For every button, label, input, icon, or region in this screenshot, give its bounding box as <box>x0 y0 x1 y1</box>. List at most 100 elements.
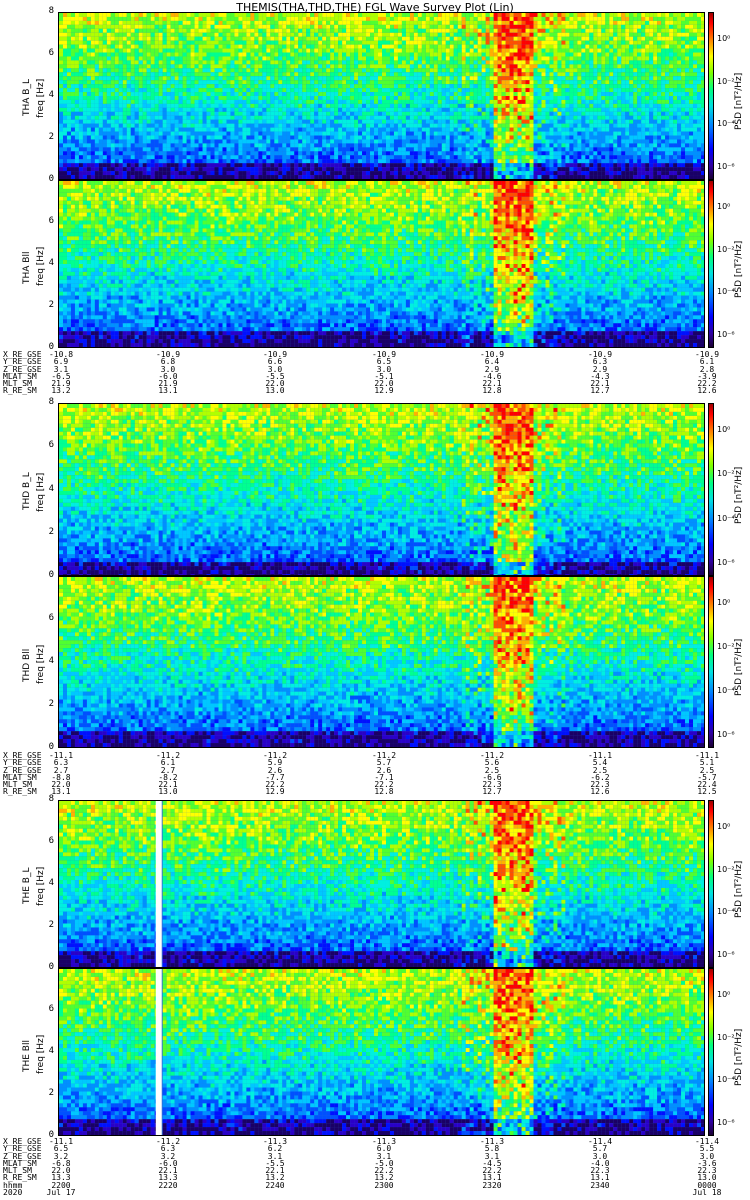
spectrogram-panel <box>58 403 705 576</box>
ephemeris-value: 12.7 <box>580 387 620 395</box>
colorbar-tick-label: 10⁻² <box>717 469 735 478</box>
colorbar-tick-label: 10⁻⁶ <box>717 558 735 567</box>
colorbar-tick-label: 10⁻² <box>717 865 735 874</box>
spectrogram-image <box>59 181 704 347</box>
ephemeris-value: Jul 18 <box>687 1188 727 1196</box>
colorbar <box>708 12 714 180</box>
colorbar-tick-label: 10⁻⁴ <box>717 907 735 916</box>
ephemeris-value: 13.1 <box>148 387 188 395</box>
ephemeris-row: R_RE_SM 13.2 13.1 13.0 12.9 12.8 12.7 12.6 <box>3 387 717 395</box>
y-tick-label: 6 <box>42 48 54 58</box>
y-tick-label: 6 <box>42 1004 54 1014</box>
spectrogram-panel <box>58 576 705 748</box>
colorbar-tick-label: 10⁰ <box>717 425 730 434</box>
y-tick-label: 4 <box>42 1046 54 1056</box>
ephemeris-table: X_RE_GSE -11.1 -11.2 -11.2 -11.2 -11.2 -11.1 -1… <box>3 751 719 796</box>
spectrogram-panel <box>58 968 705 1136</box>
colorbar-unit-label: PSD [nT²/Hz] <box>734 861 744 918</box>
data-gap <box>155 801 162 967</box>
ephemeris-value: 2220 <box>148 1181 188 1189</box>
ephemeris-table: X_RE_GSE -10.8 -10.9 -10.9 -10.9 -10.9 -10.9 -1… <box>3 350 719 395</box>
colorbar-unit-label: PSD [nT²/Hz] <box>734 241 744 298</box>
y-tick-label: 8 <box>42 6 54 16</box>
colorbar-unit-label: PSD [nT²/Hz] <box>734 466 744 523</box>
colorbar <box>708 968 714 1136</box>
ephemeris-value: 2320 <box>472 1181 512 1189</box>
spectrogram-panel <box>58 180 705 348</box>
y-tick-label: 2 <box>42 699 54 709</box>
colorbar-tick-label: 10⁻⁶ <box>717 162 735 171</box>
y-tick-label: 8 <box>42 397 54 407</box>
colorbar-tick-label: 10⁰ <box>717 34 730 43</box>
colorbar-tick-label: 10⁻⁶ <box>717 950 735 959</box>
ephemeris-value: Jul 17 <box>41 1188 81 1196</box>
data-gap <box>155 969 162 1135</box>
ephemeris-variable-name: 2020 <box>3 1188 22 1196</box>
y-axis-label: THA B_L <box>22 79 32 116</box>
colorbar-tick-label: 10⁻⁴ <box>717 119 735 128</box>
ephemeris-value: 12.9 <box>255 788 295 796</box>
y-tick-label: 0 <box>42 174 54 184</box>
y-tick-label: 0 <box>42 962 54 972</box>
y-tick-label: 2 <box>42 132 54 142</box>
y-tick-label: 0 <box>42 570 54 580</box>
colorbar-tick-label: 10⁻² <box>717 642 735 651</box>
y-tick-label: 6 <box>42 836 54 846</box>
ephemeris-value: 13.2 <box>41 387 81 395</box>
colorbar-tick-label: 10⁰ <box>717 598 730 607</box>
ephemeris-value: 12.6 <box>687 387 727 395</box>
spectrogram-image <box>59 13 704 179</box>
spectrogram-image <box>59 801 704 967</box>
y-tick-label: 6 <box>42 440 54 450</box>
colorbar-unit-label: PSD [nT²/Hz] <box>734 639 744 696</box>
colorbar-tick-label: 10⁻⁶ <box>717 730 735 739</box>
y-axis-label: THA Bll <box>22 252 32 284</box>
y-axis-label: THD Bll <box>22 649 32 682</box>
ephemeris-variable-name: R_RE_SM <box>3 387 37 395</box>
y-tick-label: 2 <box>42 300 54 310</box>
colorbar-unit-label: PSD [nT²/Hz] <box>734 1029 744 1086</box>
ephemeris-row: R_RE_SM 13.1 13.0 12.9 12.8 12.7 12.6 12.5 <box>3 788 717 796</box>
colorbar-tick-label: 10⁰ <box>717 990 730 999</box>
colorbar-tick-label: 10⁻⁶ <box>717 1118 735 1127</box>
colorbar-tick-label: 10⁻² <box>717 77 735 86</box>
ephemeris-row: 2020 Jul 17 Jul 18 <box>3 1188 721 1196</box>
ephemeris-value: 12.6 <box>580 788 620 796</box>
colorbar <box>708 576 714 748</box>
ephemeris-value: 12.9 <box>364 387 404 395</box>
colorbar-tick-label: 10⁻⁴ <box>717 514 735 523</box>
ephemeris-value: 2300 <box>364 1181 404 1189</box>
colorbar-tick-label: 10⁻⁴ <box>717 1075 735 1084</box>
colorbar <box>708 180 714 348</box>
colorbar-tick-label: 10⁻⁶ <box>717 330 735 339</box>
colorbar-tick-label: 10⁻⁴ <box>717 287 735 296</box>
spectrogram-image <box>59 404 704 575</box>
ephemeris-value: 2240 <box>255 1181 295 1189</box>
y-tick-label: 6 <box>42 613 54 623</box>
ephemeris-value: 12.5 <box>687 788 727 796</box>
colorbar-tick-label: 10⁻² <box>717 245 735 254</box>
y-tick-label: 2 <box>42 527 54 537</box>
y-tick-label: 2 <box>42 920 54 930</box>
y-tick-label: 4 <box>42 258 54 268</box>
ephemeris-value: 13.0 <box>255 387 295 395</box>
y-tick-label: 6 <box>42 216 54 226</box>
colorbar-tick-label: 10⁰ <box>717 202 730 211</box>
y-tick-label: 4 <box>42 878 54 888</box>
colorbar-tick-label: 10⁻² <box>717 1033 735 1042</box>
spectrogram-image <box>59 577 704 747</box>
y-tick-label: 2 <box>42 1088 54 1098</box>
ephemeris-row: hhmm 2200 2220 2240 2300 2320 2340 0000 <box>3 1181 717 1189</box>
colorbar <box>708 403 714 576</box>
colorbar-tick-label: 10⁰ <box>717 822 730 831</box>
ephemeris-value: 12.8 <box>472 387 512 395</box>
ephemeris-value: 12.8 <box>364 788 404 796</box>
colorbar-unit-label: PSD [nT²/Hz] <box>734 73 744 130</box>
colorbar-tick-label: 10⁻⁴ <box>717 686 735 695</box>
spectrogram-image <box>59 969 704 1135</box>
ephemeris-value: 13.0 <box>148 788 188 796</box>
y-axis-label: THD B_L <box>22 472 32 510</box>
ephemeris-value: 2340 <box>580 1181 620 1189</box>
spectrogram-panel <box>58 12 705 180</box>
colorbar <box>708 800 714 968</box>
